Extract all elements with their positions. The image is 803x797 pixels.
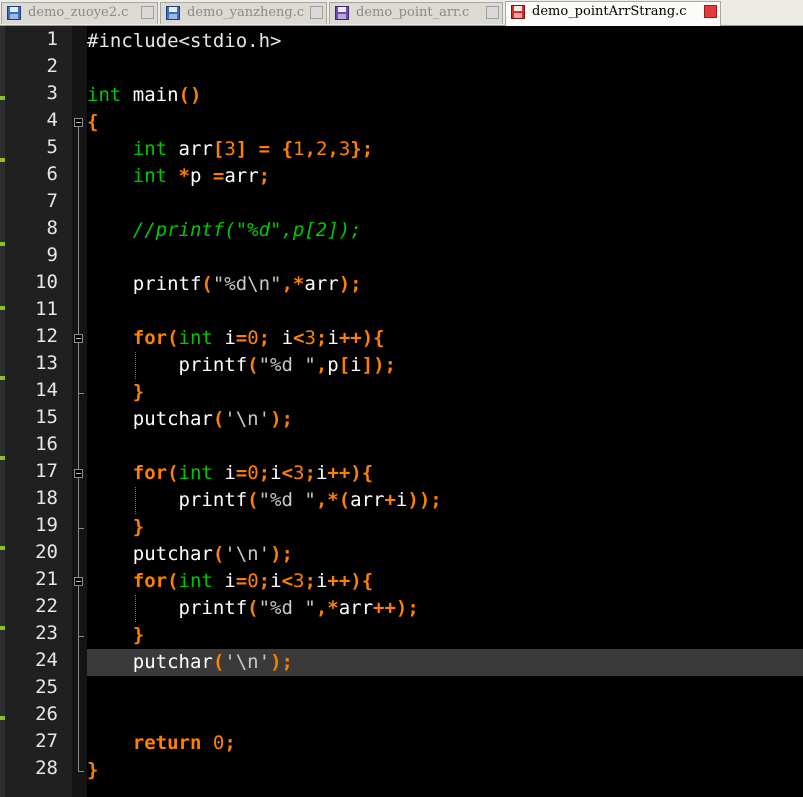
floppy-disk-icon: [7, 6, 21, 20]
close-icon[interactable]: [310, 6, 323, 19]
code-line: }: [87, 759, 99, 781]
line-number: 26: [35, 703, 58, 725]
code-line: int arr[3] = {1,2,3};: [132, 138, 374, 160]
code-line: printf("%d\n",*arr);: [87, 273, 362, 295]
line-number: 11: [35, 298, 58, 320]
floppy-disk-icon: [511, 5, 525, 19]
code-line: printf("%d ",p[i]);: [87, 354, 396, 376]
code-line: int main(): [87, 84, 202, 106]
code-editor[interactable]: #include<stdio.h> int main() { int arr[3] …: [87, 28, 803, 797]
code-line: {: [87, 111, 99, 133]
line-number: 5: [46, 136, 58, 158]
code-line: }: [132, 381, 145, 403]
code-line: for(int i=0;i<3;i++){: [132, 570, 374, 592]
line-number: 12: [35, 325, 58, 347]
line-number: 1: [46, 28, 58, 50]
floppy-disk-icon: [335, 6, 349, 20]
code-line: }: [132, 624, 145, 646]
tab-label: demo_zuoye2.c: [28, 5, 129, 20]
line-number: 24: [35, 649, 58, 671]
tab-label: demo_yanzheng.c: [187, 5, 305, 20]
code-line: printf("%d ",*(arr+i));: [87, 489, 442, 511]
line-number: 3: [46, 82, 58, 104]
fold-toggle-icon[interactable]: [74, 334, 83, 343]
line-number: 20: [35, 541, 58, 563]
line-number: 27: [35, 730, 58, 752]
floppy-disk-icon: [166, 6, 180, 20]
fold-line: [78, 343, 79, 393]
code-line: for(int i=0; i<3;i++){: [132, 327, 385, 349]
line-number: 14: [35, 379, 58, 401]
close-icon[interactable]: [704, 5, 717, 18]
line-number: 13: [35, 352, 58, 374]
code-line: putchar('\n');: [87, 651, 293, 673]
code-line: #include<stdio.h>: [87, 30, 282, 52]
line-number: 19: [35, 514, 58, 536]
fold-end-marker: [78, 393, 84, 394]
line-number: 22: [35, 595, 58, 617]
line-number-gutter: 1 2 3 4 5 6 7 8 9 10 11 12 13 14 15 16 17 18 19 20 21 22 23 24 2…: [5, 26, 72, 797]
tab-demo-pointarrstrang[interactable]: demo_pointArrStrang.c: [505, 1, 721, 26]
tab-label: demo_point_arr.c: [356, 5, 470, 20]
line-number: 10: [35, 271, 58, 293]
fold-line: [78, 127, 79, 771]
line-number: 6: [46, 163, 58, 185]
tab-bar: demo_zuoye2.c demo_yanzheng.c demo_point…: [0, 0, 803, 26]
fold-end-marker: [78, 528, 84, 529]
tab-label: demo_pointArrStrang.c: [532, 4, 687, 19]
indent-guide: [134, 487, 136, 514]
line-number: 25: [35, 676, 58, 698]
fold-toggle-icon[interactable]: [74, 118, 83, 127]
fold-toggle-icon[interactable]: [74, 469, 83, 478]
code-line: //printf("%d",p[2]);: [132, 219, 362, 241]
fold-end-marker: [78, 636, 84, 637]
line-number: 28: [35, 757, 58, 779]
close-icon[interactable]: [486, 6, 499, 19]
close-icon[interactable]: [141, 6, 154, 19]
line-number: 15: [35, 406, 58, 428]
line-number: 21: [35, 568, 58, 590]
line-number: 7: [46, 190, 58, 212]
line-number: 8: [46, 217, 58, 239]
fold-line: [78, 478, 79, 528]
fold-margin: [72, 26, 87, 797]
line-number: 18: [35, 487, 58, 509]
line-number: 2: [46, 55, 58, 77]
indent-guide: [134, 595, 136, 622]
code-line: putchar('\n');: [87, 408, 293, 430]
line-number: 16: [35, 433, 58, 455]
fold-end-marker: [78, 771, 84, 772]
tab-demo-zuoye2[interactable]: demo_zuoye2.c: [1, 2, 158, 24]
code-line: printf("%d ",*arr++);: [87, 597, 419, 619]
code-line: putchar('\n');: [87, 543, 293, 565]
line-number: 17: [35, 460, 58, 482]
code-line: return 0;: [132, 732, 236, 754]
line-number: 4: [46, 109, 58, 131]
fold-line: [78, 586, 79, 636]
code-line: }: [132, 516, 145, 538]
tab-demo-point-arr[interactable]: demo_point_arr.c: [329, 2, 503, 24]
code-line: for(int i=0;i<3;i++){: [132, 462, 374, 484]
code-line: int *p =arr;: [132, 165, 271, 187]
line-number: 23: [35, 622, 58, 644]
line-number: 9: [46, 244, 58, 266]
indent-guide: [134, 352, 136, 379]
fold-toggle-icon[interactable]: [74, 577, 83, 586]
tab-demo-yanzheng[interactable]: demo_yanzheng.c: [160, 2, 327, 24]
